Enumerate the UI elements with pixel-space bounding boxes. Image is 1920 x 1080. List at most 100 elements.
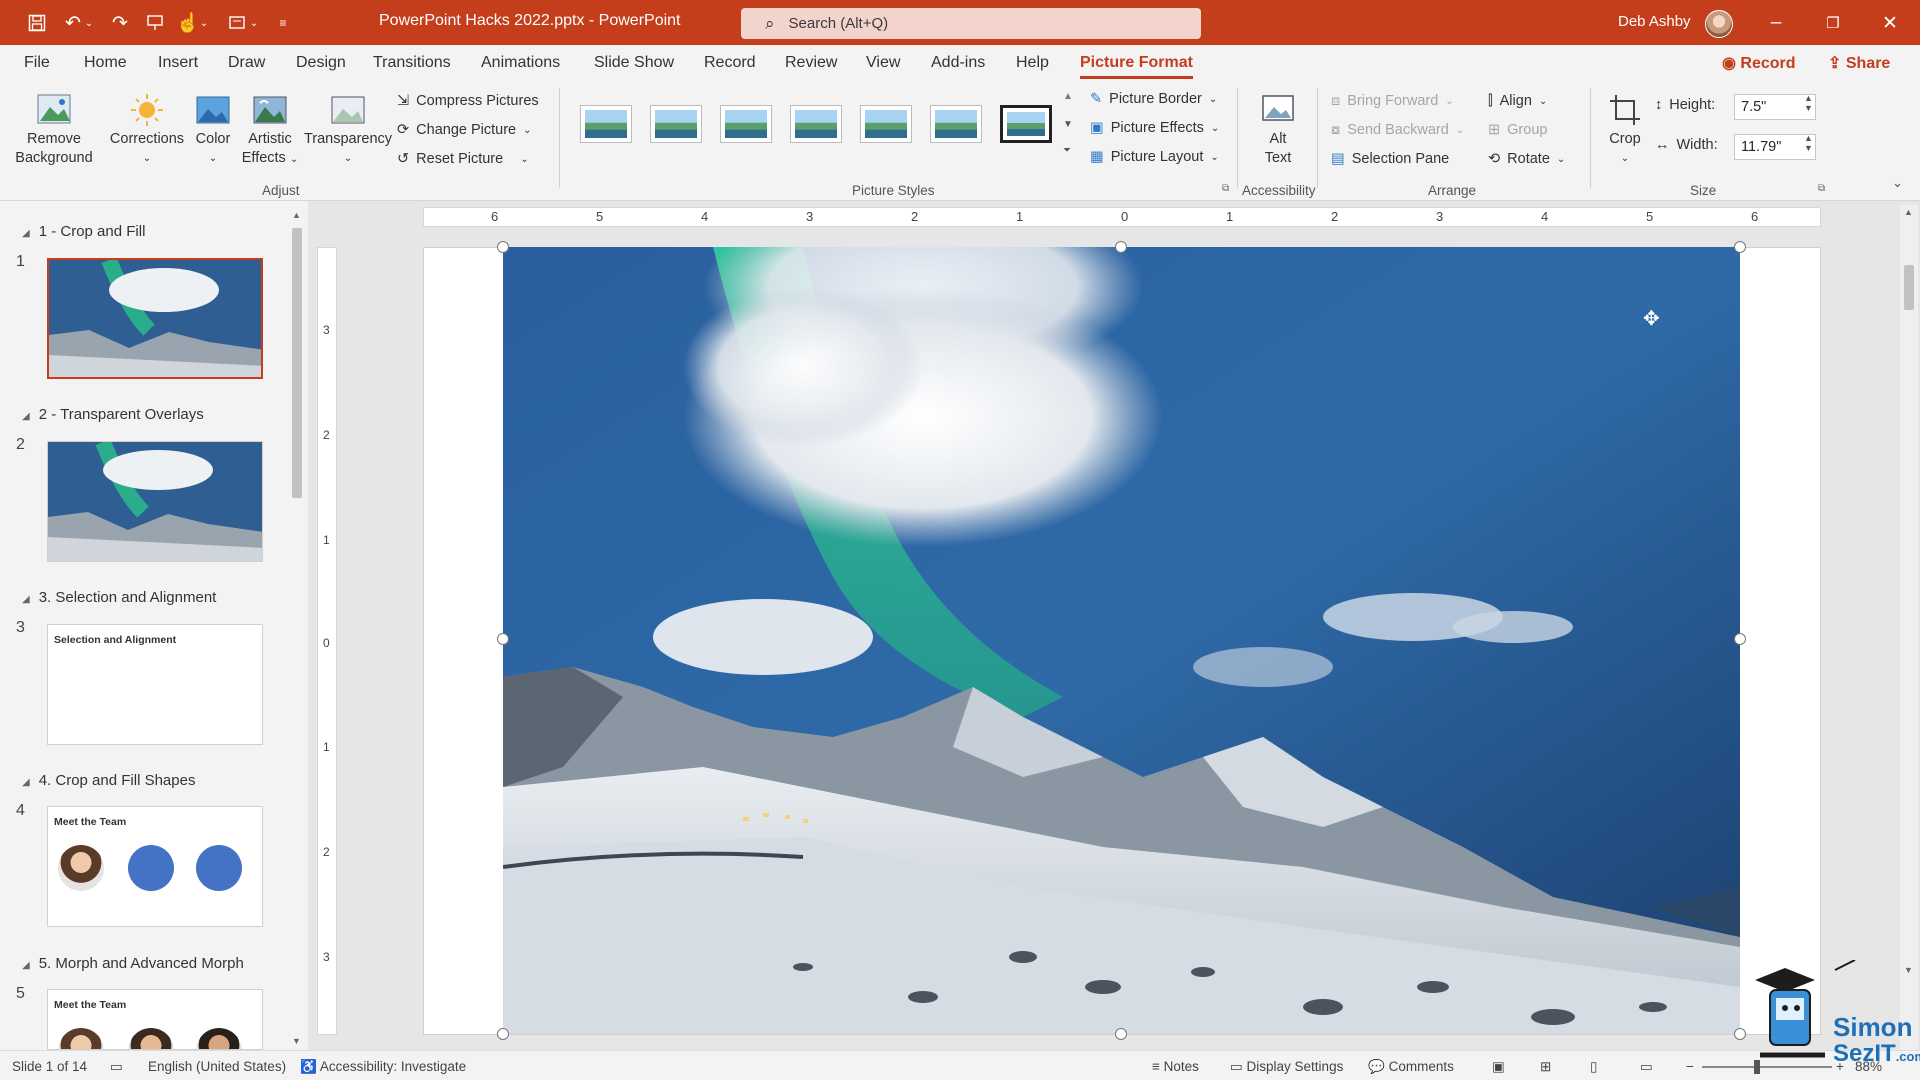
gallery-more-icon[interactable]: ⏷ [1063,145,1071,156]
slide-thumbnail-1[interactable] [44,255,266,382]
tab-home[interactable]: Home [84,54,127,72]
search-box[interactable]: ⌕ Search (Alt+Q) [741,8,1201,39]
resize-handle-left[interactable] [497,633,509,645]
touch-dropdown-icon[interactable]: ⌄ [197,10,211,36]
collapse-icon[interactable]: ◢ [22,960,30,971]
comments-button[interactable]: 💬 Comments [1368,1059,1454,1075]
present-icon[interactable] [142,10,168,36]
aurora-landscape-picture[interactable] [503,247,1740,1034]
resize-handle-bottom[interactable] [1115,1028,1127,1040]
artistic-effects-button[interactable]: Artistic Effects ⌄ [240,93,300,169]
tab-design[interactable]: Design [296,54,346,72]
picture-border-button[interactable]: ✎ Picture Border ⌄ [1090,91,1217,107]
corrections-button[interactable]: Corrections ⌄ [104,93,190,168]
language-status[interactable]: English (United States) [148,1059,286,1074]
tab-view[interactable]: View [866,54,900,72]
crop-button[interactable]: Crop ⌄ [1601,93,1649,168]
bring-forward-button[interactable]: ⧈ Bring Forward ⌄ [1331,93,1454,109]
section-header[interactable]: ◢ 1 - Crop and Fill [22,223,145,240]
undo-dropdown-icon[interactable]: ⌄ [82,10,96,36]
notes-button[interactable]: ≡ Notes [1152,1059,1199,1074]
tab-insert[interactable]: Insert [158,54,198,72]
tab-file[interactable]: File [24,54,50,72]
restore-icon[interactable]: ❐ [1815,8,1851,38]
customize-toolbar-icon[interactable]: ≡ [270,10,296,36]
collapse-ribbon-icon[interactable]: ⌄ [1892,175,1903,191]
collapse-icon[interactable]: ◢ [22,594,30,605]
tab-picture-format[interactable]: Picture Format [1080,54,1193,79]
tab-transitions[interactable]: Transitions [373,54,451,72]
record-button[interactable]: ◉ Record [1722,53,1796,73]
accessibility-status[interactable]: ♿ Accessibility: Investigate [300,1059,466,1075]
slide-thumbnail-3[interactable]: Selection and Alignment [47,624,263,745]
picture-style-4[interactable] [790,105,842,143]
change-picture-button[interactable]: ⟳ Change Picture ⌄ [397,122,532,138]
compress-pictures-button[interactable]: ⇲ Compress Pictures [397,93,539,109]
alt-text-button[interactable]: Alt Text [1252,93,1304,168]
section-header[interactable]: ◢ 3. Selection and Alignment [22,589,216,606]
resize-handle-right[interactable] [1734,633,1746,645]
display-settings-button[interactable]: ▭ Display Settings [1230,1059,1343,1075]
minimize-icon[interactable]: – [1758,8,1794,38]
picture-effects-button[interactable]: ▣ Picture Effects ⌄ [1090,120,1219,136]
user-name[interactable]: Deb Ashby [1618,13,1691,30]
align-button[interactable]: ⫿ Align ⌄ [1488,93,1547,109]
dialog-launcher-icon[interactable]: ⧉ [1818,183,1825,194]
group-button[interactable]: ⊞ Group [1488,122,1547,138]
tab-add-ins[interactable]: Add-ins [931,54,985,72]
slides-pane-scrollbar[interactable]: ▲ ▼ [290,208,304,1050]
gallery-up-icon[interactable]: ▲ [1063,91,1073,102]
slide-sorter-icon[interactable]: ⊞ [1540,1059,1551,1075]
section-header[interactable]: ◢ 4. Crop and Fill Shapes [22,772,195,789]
resize-handle-bottom-left[interactable] [497,1028,509,1040]
save-icon[interactable] [24,10,50,36]
tab-record[interactable]: Record [704,54,756,72]
new-slide-dropdown-icon[interactable]: ⌄ [247,10,261,36]
zoom-out-icon[interactable]: − [1686,1059,1694,1074]
picture-style-7[interactable] [1000,105,1052,143]
scroll-up-icon[interactable]: ▲ [292,210,301,220]
collapse-icon[interactable]: ◢ [22,777,30,788]
picture-style-1[interactable] [580,105,632,143]
section-header[interactable]: ◢ 2 - Transparent Overlays [22,406,204,423]
gallery-down-icon[interactable]: ▼ [1063,119,1073,130]
slide-show-icon[interactable]: ▭ [1640,1059,1653,1075]
tab-animations[interactable]: Animations [481,54,560,72]
slide-thumbnail-5[interactable]: Meet the Team [47,989,263,1050]
normal-view-icon[interactable]: ▣ [1492,1059,1505,1075]
scrollbar-thumb[interactable] [292,228,302,498]
collapse-icon[interactable]: ◢ [22,228,30,239]
scroll-down-icon[interactable]: ▼ [292,1036,301,1046]
reading-view-icon[interactable]: ▯ [1590,1059,1597,1075]
collapse-icon[interactable]: ◢ [22,411,30,422]
height-spinner-icon[interactable]: ▲ ▼ [1804,93,1813,113]
resize-handle-top-left[interactable] [497,241,509,253]
redo-icon[interactable]: ↷ [107,10,133,36]
close-icon[interactable]: ✕ [1872,8,1908,38]
picture-style-6[interactable] [930,105,982,143]
section-header[interactable]: ◢ 5. Morph and Advanced Morph [22,955,244,972]
tab-review[interactable]: Review [785,54,837,72]
picture-style-2[interactable] [650,105,702,143]
scroll-up-icon[interactable]: ▲ [1904,207,1913,217]
resize-handle-top[interactable] [1115,241,1127,253]
tab-help[interactable]: Help [1016,54,1049,72]
selection-pane-button[interactable]: ▤ Selection Pane [1331,151,1449,167]
send-backward-button[interactable]: ⧇ Send Backward ⌄ [1331,122,1464,138]
picture-style-5[interactable] [860,105,912,143]
spelling-icon[interactable]: ▭ [110,1059,123,1075]
slide-thumbnail-2[interactable] [47,441,263,562]
width-spinner-icon[interactable]: ▲ ▼ [1804,133,1813,153]
rotate-button[interactable]: ⟲ Rotate ⌄ [1488,151,1565,167]
slide-scrollbar[interactable]: ▲ ▼ [1900,205,1918,1050]
color-button[interactable]: Color ⌄ [191,93,235,168]
reset-picture-button[interactable]: ↺ Reset Picture ⌄ [397,151,529,167]
remove-background-button[interactable]: Remove Background [12,93,96,168]
resize-handle-top-right[interactable] [1734,241,1746,253]
dialog-launcher-icon[interactable]: ⧉ [1222,183,1229,194]
transparency-button[interactable]: Transparency ⌄ [300,93,396,168]
share-button[interactable]: ⇪ Share [1828,53,1890,73]
picture-layout-button[interactable]: ▦ Picture Layout ⌄ [1090,149,1219,165]
tab-draw[interactable]: Draw [228,54,265,72]
scrollbar-thumb[interactable] [1904,265,1914,310]
